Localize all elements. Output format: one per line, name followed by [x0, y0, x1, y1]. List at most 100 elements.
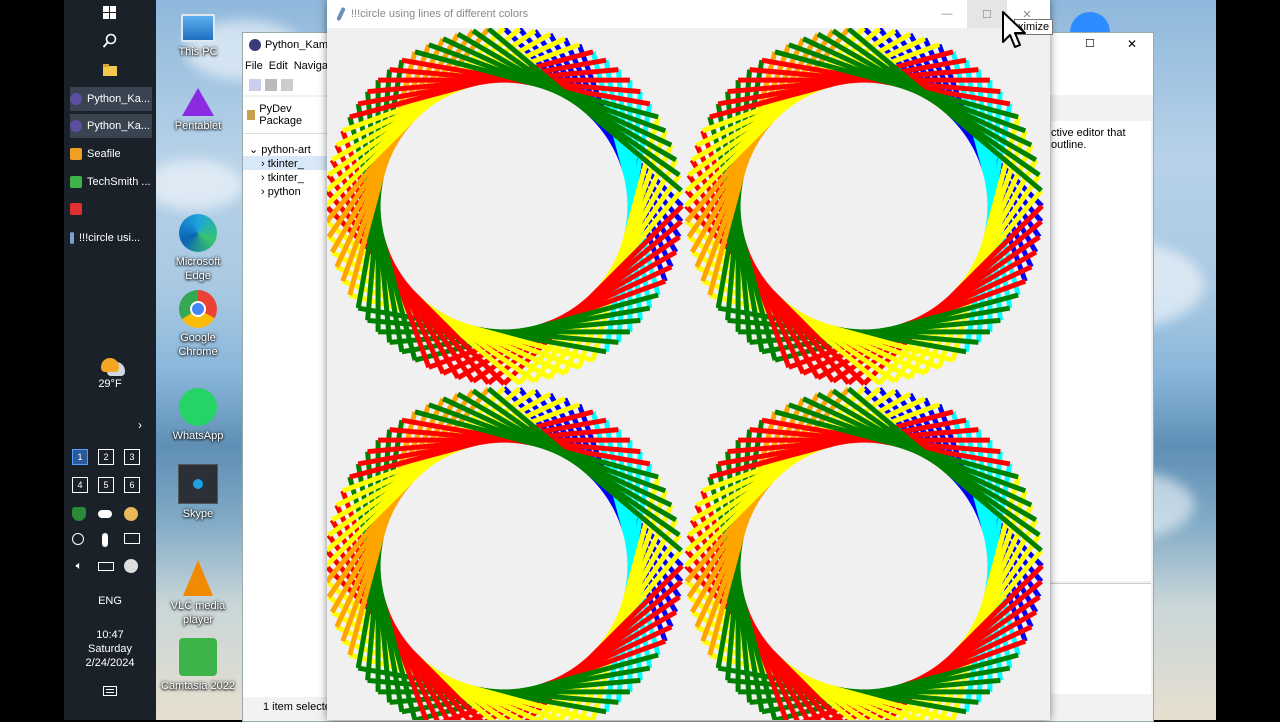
desktop-icon-edge[interactable]: Microsoft Edge	[160, 214, 236, 283]
taskbar-app-python-1[interactable]: Python_Ka...	[70, 87, 152, 111]
eclipse-close-button[interactable]: ✕	[1127, 37, 1137, 51]
desktop-1-button[interactable]: 1	[72, 449, 88, 465]
panel-title: PyDev Package	[259, 103, 303, 127]
package-explorer-panel: PyDev Package ⌄ python-art › tkinter_ › …	[243, 97, 328, 697]
taskbar-app-label: Seafile	[87, 148, 121, 160]
eclipse-icon	[249, 39, 261, 51]
security-shield-icon[interactable]	[72, 507, 86, 521]
tree-label: tkinter_	[267, 172, 304, 184]
desktop-icon-this-pc[interactable]: This PC	[160, 14, 236, 59]
tree-label: python-art	[261, 144, 311, 156]
language-indicator[interactable]: ENG	[64, 595, 156, 607]
eclipse-title: Python_Kamil	[265, 39, 333, 51]
tree-label: tkinter_	[267, 158, 304, 170]
desktop-icon-chrome[interactable]: Google Chrome	[160, 290, 236, 359]
package-icon	[247, 110, 256, 120]
minimize-button[interactable]: —	[927, 0, 967, 28]
desktop-icon-label: WhatsApp	[172, 430, 224, 442]
taskbar-app-label: Python_Ka...	[87, 93, 150, 105]
eclipse-icon	[70, 120, 82, 132]
taskbar-app-python-2[interactable]: Python_Ka...	[70, 114, 152, 138]
menu-file[interactable]: File	[245, 60, 263, 72]
network-icon[interactable]	[124, 559, 138, 573]
eclipse-maximize-button[interactable]: ☐	[1085, 37, 1095, 50]
system-tray: 🔈︎	[72, 507, 150, 573]
weather-icon	[101, 358, 119, 372]
taskbar-app-label: Python_Ka...	[87, 120, 150, 132]
feather-icon	[70, 232, 74, 244]
tk-window-title: !!!circle using lines of different color…	[351, 8, 529, 20]
clock-date: 2/24/2024	[85, 657, 135, 669]
new-icon[interactable]	[249, 79, 261, 91]
letterbox-right	[1216, 0, 1280, 720]
panel-tab[interactable]: PyDev Package	[243, 97, 328, 134]
desktop-5-button[interactable]: 5	[98, 477, 114, 493]
taskbar-app-techsmith[interactable]: TechSmith ...	[70, 170, 152, 194]
save-icon[interactable]	[265, 79, 277, 91]
taskbar-app-camtasia[interactable]	[70, 197, 152, 221]
desktop-icon-whatsapp[interactable]: WhatsApp	[160, 388, 236, 443]
chrome-icon	[179, 290, 217, 328]
desktop-icon-label: Skype	[182, 508, 214, 520]
string-art-circle	[684, 386, 1044, 720]
taskbar: Python_Ka... Python_Ka... Seafile TechSm…	[64, 0, 156, 720]
monitor-icon	[181, 14, 215, 42]
virtual-desktops: 1 2 3 4 5 6	[72, 449, 150, 493]
desktop-icon-label: This PC	[178, 46, 218, 58]
camtasia-icon	[70, 203, 82, 215]
desktop-icon-label: Microsoft Edge	[175, 256, 221, 282]
outline-panel: ctive editor that outline.	[1051, 121, 1151, 581]
taskbar-app-seafile[interactable]: Seafile	[70, 142, 152, 166]
save-all-icon[interactable]	[281, 79, 293, 91]
battery-icon[interactable]	[98, 562, 114, 571]
volume-icon[interactable]: 🔈︎	[72, 559, 86, 573]
pentablet-icon	[182, 88, 214, 116]
vlc-cone-icon	[183, 560, 213, 596]
desktop-6-button[interactable]: 6	[124, 477, 140, 493]
tree-item[interactable]: › python	[243, 184, 328, 198]
string-art-circle	[327, 386, 684, 720]
weather-widget[interactable]: 29°F	[64, 358, 156, 390]
tree-item[interactable]: › tkinter_	[243, 156, 328, 170]
string-art-circle	[684, 28, 1044, 386]
display-icon[interactable]	[124, 533, 140, 544]
skype-icon	[178, 464, 218, 504]
status-bar: 1 item selecte	[243, 697, 328, 719]
desktop-icon-camtasia[interactable]: Camtasia 2022	[160, 638, 236, 693]
cloud	[144, 160, 244, 210]
onedrive-cloud-icon[interactable]	[98, 510, 112, 518]
tree-label: python	[267, 186, 301, 198]
seafile-icon	[70, 148, 82, 160]
tk-title-bar: !!!circle using lines of different color…	[327, 0, 1050, 28]
tree-item[interactable]: ⌄ python-art	[243, 134, 328, 156]
feather-icon	[336, 6, 346, 22]
search-icon[interactable]	[64, 33, 156, 52]
clock[interactable]: 10:47 Saturday 2/24/2024	[64, 628, 156, 670]
outline-text: ctive editor that	[1051, 127, 1126, 139]
desktop-icon-pentablet[interactable]: Pentablet	[160, 88, 236, 133]
chevron-right-icon[interactable]: ›	[64, 418, 156, 432]
desktop-4-button[interactable]: 4	[72, 477, 88, 493]
windows-start-icon[interactable]	[64, 6, 156, 23]
taskbar-app-label: TechSmith ...	[87, 176, 151, 188]
file-explorer-icon[interactable]	[64, 64, 156, 79]
desktop-icon-label: Google Chrome	[178, 332, 218, 358]
techsmith-icon	[70, 176, 82, 188]
camera-icon[interactable]	[72, 533, 84, 545]
taskbar-app-circle[interactable]: !!!circle usi...	[70, 226, 152, 250]
tree-item[interactable]: › tkinter_	[243, 170, 328, 184]
letterbox-left	[0, 0, 64, 720]
tkinter-window: !!!circle using lines of different color…	[327, 0, 1050, 720]
menu-edit[interactable]: Edit	[269, 60, 288, 72]
tray-app-icon[interactable]	[124, 507, 138, 521]
desktop-icon-skype[interactable]: Skype	[160, 464, 236, 521]
weather-temp: 29°F	[98, 378, 122, 390]
desktop-icon-label: Pentablet	[174, 120, 222, 132]
notifications-icon[interactable]	[64, 686, 156, 701]
desktop-icon-vlc[interactable]: VLC media player	[160, 560, 236, 627]
desktop-icon-label: Camtasia 2022	[161, 680, 235, 692]
outline-text: outline.	[1051, 139, 1087, 151]
desktop-2-button[interactable]: 2	[98, 449, 114, 465]
microphone-icon[interactable]	[102, 533, 108, 547]
desktop-3-button[interactable]: 3	[124, 449, 140, 465]
